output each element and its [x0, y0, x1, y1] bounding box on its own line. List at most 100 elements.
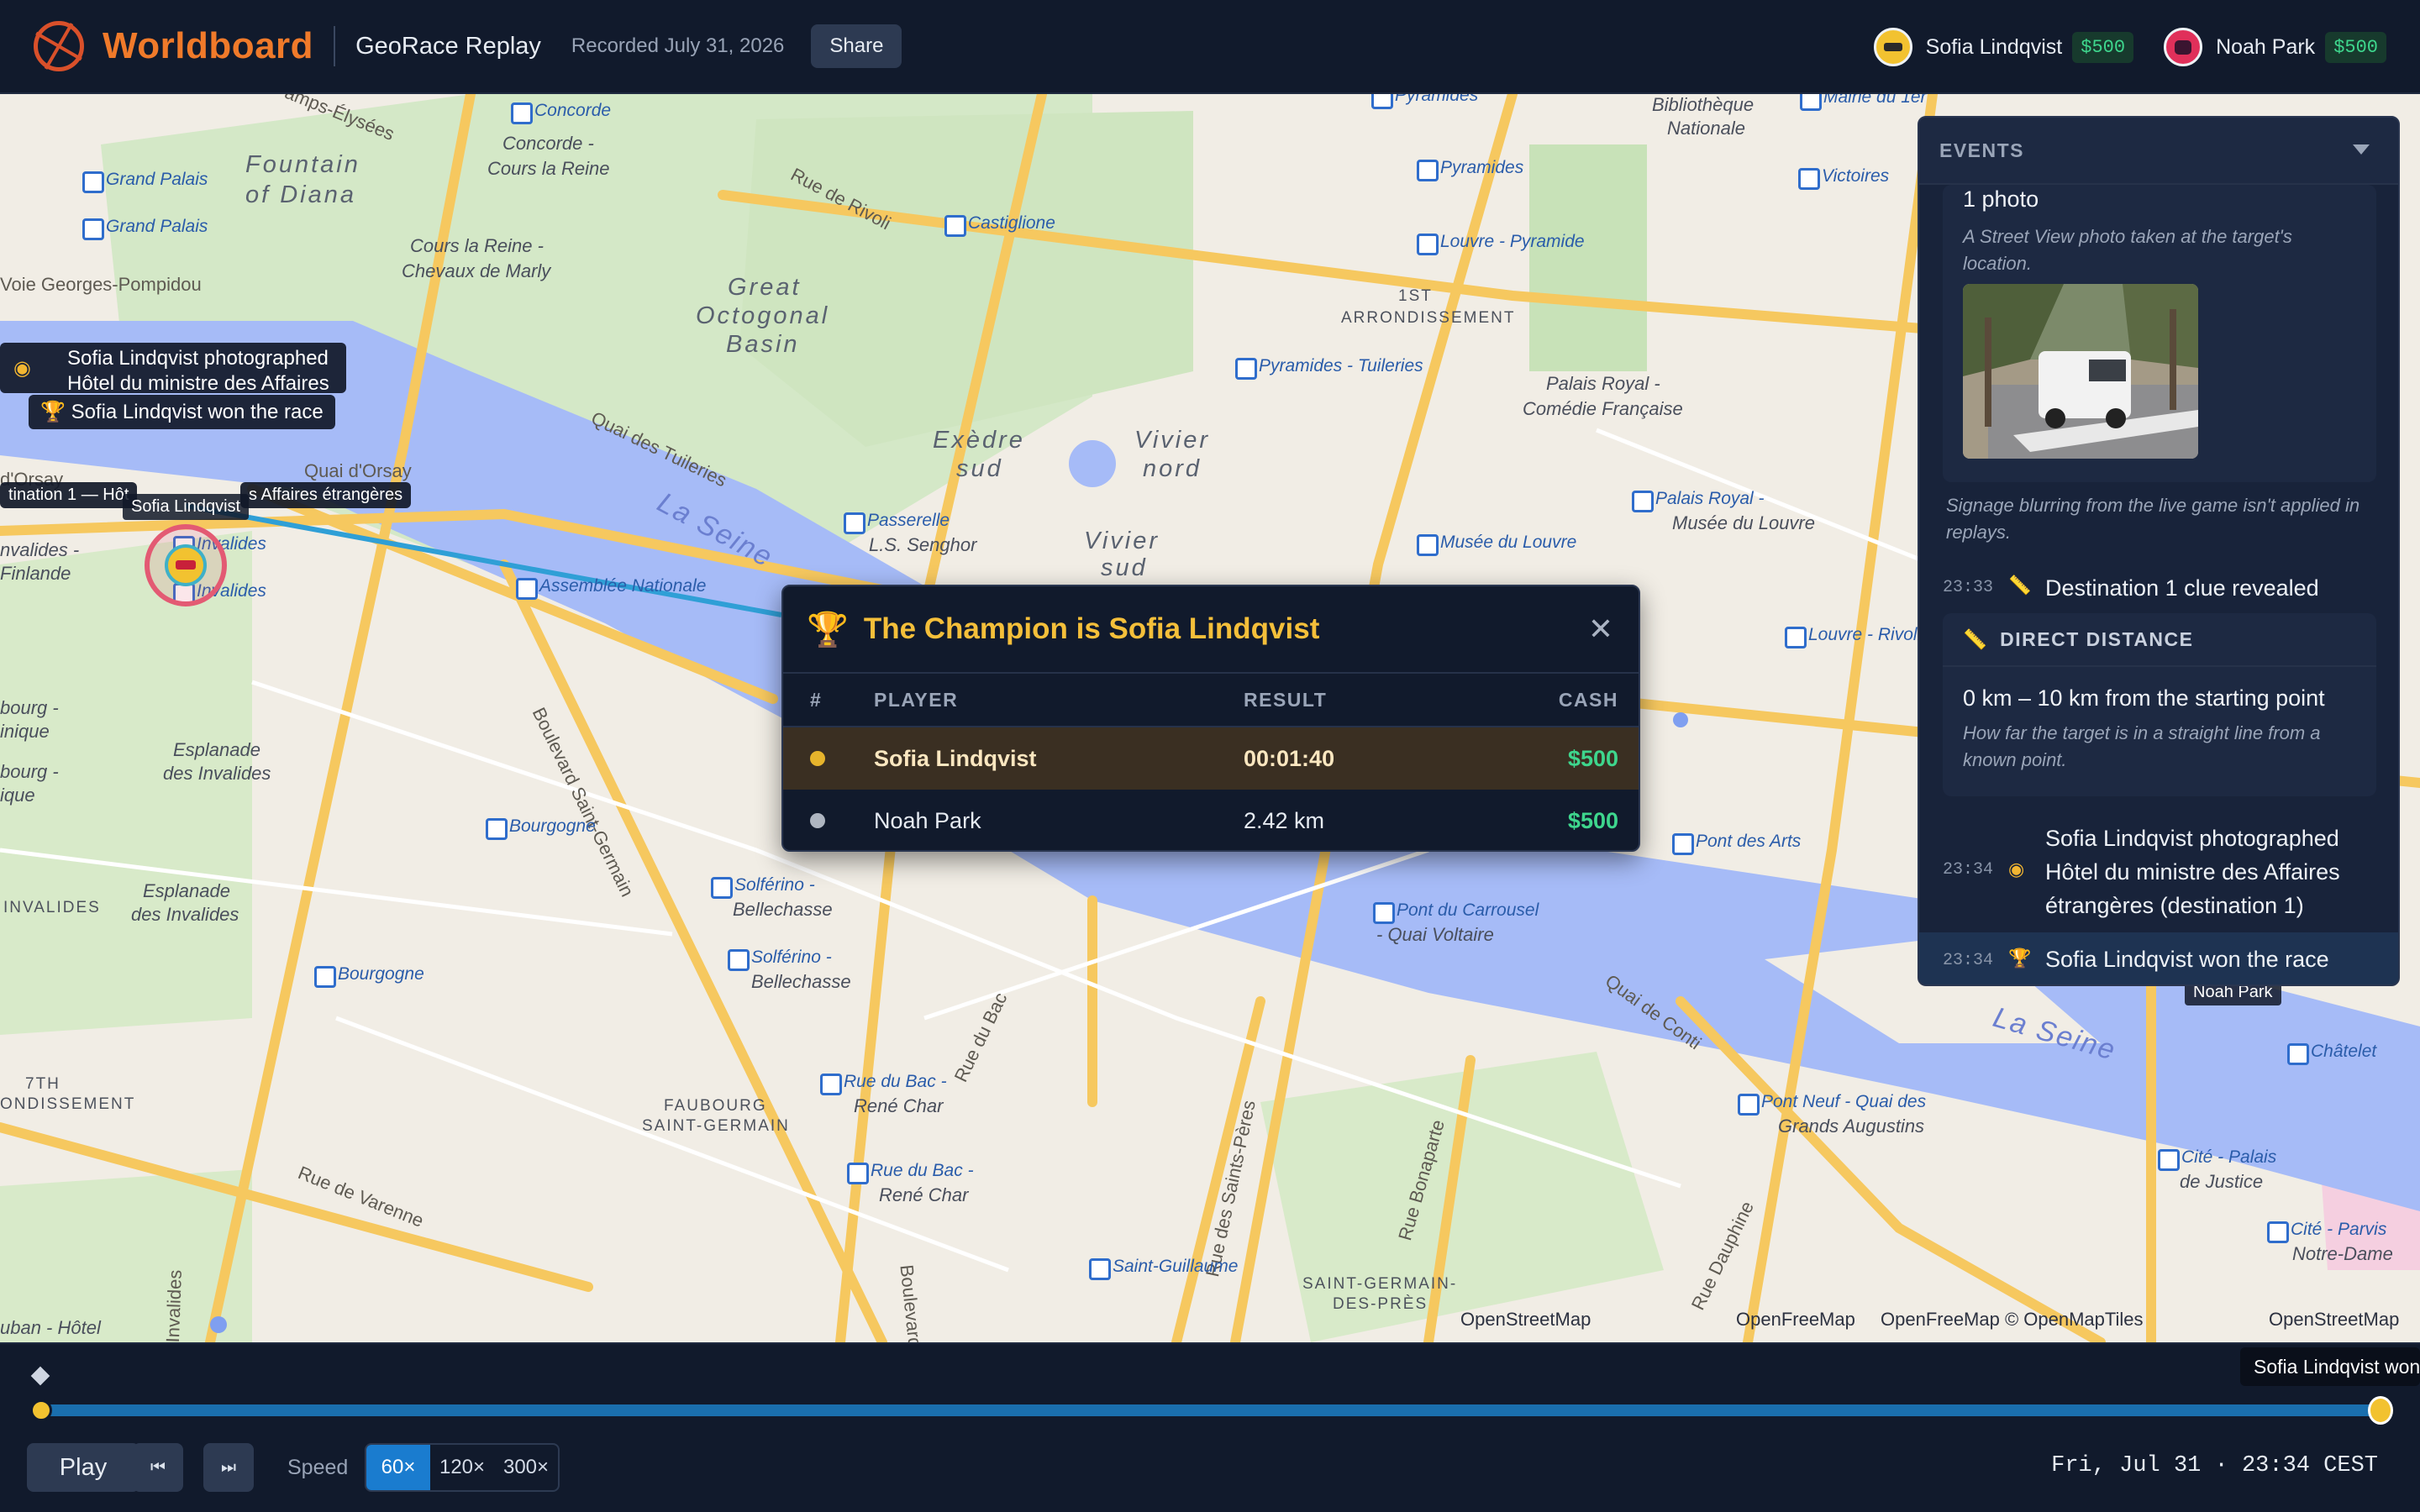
results-table-header: # PLAYER RESULT CASH — [783, 674, 1639, 727]
chevron-down-icon[interactable] — [2353, 144, 2370, 155]
map-label: Grand Palais — [82, 170, 208, 193]
replay-clock: Fri, Jul 31 · 23:34 CEST — [2051, 1453, 2378, 1478]
speed-option-120[interactable]: 120× — [430, 1445, 494, 1490]
event-text: Destination 1 clue revealed — [2045, 575, 2319, 601]
map-label: sud — [1101, 554, 1148, 581]
destination-label: s Affaires étrangères — [240, 482, 412, 508]
page-subtitle: GeoRace Replay — [355, 32, 541, 60]
trophy-icon: 🏆 — [807, 611, 849, 648]
timeline-playhead[interactable] — [2368, 1396, 2393, 1425]
speed-option-300[interactable]: 300× — [494, 1445, 558, 1490]
brand-name: Worldboard — [103, 25, 314, 66]
photo-note: A Street View photo taken at the target'… — [1963, 226, 2292, 274]
share-button[interactable]: Share — [811, 24, 902, 68]
map-label: INVALIDES — [3, 899, 101, 916]
map-label: Basin — [726, 331, 800, 358]
top-bar: Worldboard GeoRace Replay Recorded July … — [0, 0, 2420, 94]
map-label: 7TH — [25, 1075, 60, 1093]
map-label: Solférino - — [711, 875, 815, 899]
gold-medal-icon — [810, 750, 825, 766]
player-tag: Noah Park $500 — [2164, 28, 2386, 66]
map-label: Musée du Louvre — [1417, 533, 1576, 556]
close-icon[interactable]: ✕ — [1588, 612, 1613, 647]
map-label: Invalides — [161, 1269, 186, 1342]
map-label: des Invalides — [163, 763, 271, 784]
map-label: sud — [956, 455, 1003, 482]
map-label: Great — [728, 274, 802, 301]
trophy-icon: 🏆 — [40, 401, 66, 423]
map-label: Passerelle — [844, 511, 950, 534]
speed-selector: 60× 120× 300× — [365, 1443, 560, 1492]
events-header[interactable]: EVENTS — [1919, 118, 2398, 185]
timeline-scrubber[interactable] — [40, 1404, 2380, 1416]
map-label: SAINT-GERMAIN- — [1302, 1275, 1458, 1293]
map-label: des Invalides — [131, 904, 239, 925]
event-item-selected[interactable]: 23:34 🏆 Sofia Lindqvist won the race — [1919, 932, 2398, 984]
skip-back-icon[interactable]: ⏮ — [133, 1443, 183, 1492]
map-label: Vivier — [1134, 427, 1210, 454]
map-label: ique — [0, 785, 35, 806]
map-label: Quai d'Orsay — [304, 460, 412, 481]
map-label: - Quai Voltaire — [1376, 924, 1494, 945]
header-divider — [334, 26, 336, 66]
map-attribution[interactable]: OpenFreeMap © OpenMapTiles — [1881, 1309, 2144, 1331]
map-label: Cours la Reine - — [410, 235, 544, 256]
events-title: EVENTS — [1939, 139, 2025, 161]
champion-header: 🏆 The Champion is Sofia Lindqvist ✕ — [783, 586, 1639, 674]
map-label: Octogonal — [696, 302, 830, 329]
map-label: Bibliothèque — [1652, 94, 1754, 115]
map-label: Pyramides - Tuileries — [1235, 356, 1423, 380]
map-label: Grands Augustins — [1778, 1116, 1925, 1137]
map-label: Pont Neuf - Quai des — [1738, 1092, 1926, 1116]
timeline-start-handle[interactable] — [30, 1399, 52, 1421]
replay-note: Signage blurring from the live game isn'… — [1946, 495, 2360, 543]
events-panel: EVENTS 1 photo A Street View photo taken… — [1918, 116, 2400, 986]
map-label: René Char — [879, 1184, 969, 1205]
map-label: Finlande — [0, 563, 71, 584]
photo-card: 1 photo A Street View photo taken at the… — [1943, 185, 2376, 482]
map-label: Grand Palais — [82, 217, 208, 240]
champion-title: The Champion is Sofia Lindqvist — [863, 612, 1320, 645]
timeline-tooltip: Sofia Lindqvist won the race — [2240, 1347, 2420, 1386]
speed-option-60[interactable]: 60× — [366, 1445, 430, 1490]
player-tag: Sofia Lindqvist $500 — [1873, 28, 2134, 66]
event-item[interactable]: 23:33 📏 Destination 1 clue revealed — [1943, 571, 2380, 608]
map-label: Bourgogne — [314, 964, 424, 988]
map-label: Pyramides — [1371, 94, 1478, 109]
player-cell: Noah Park — [874, 807, 981, 833]
clue-card: 📏 DIRECT DISTANCE 0 km – 10 km from the … — [1943, 613, 2376, 796]
worldboard-logo-icon — [34, 21, 84, 71]
map-attribution[interactable]: OpenStreetMap — [2269, 1309, 2399, 1331]
play-button[interactable]: Play — [27, 1443, 139, 1492]
photo-count: 1 photo — [1963, 186, 2039, 212]
player-cash: $500 — [2072, 31, 2134, 63]
map-label: Louvre - Pyramide — [1417, 232, 1585, 255]
map-event-bubble[interactable]: ◉ Sofia Lindqvist photographed Hôtel du … — [0, 343, 346, 393]
street-view-photo[interactable] — [1963, 284, 2198, 459]
map-label: Pyramides — [1417, 158, 1523, 181]
map-label: Pont des Arts — [1672, 832, 1801, 855]
map-label: 1ST — [1398, 287, 1433, 305]
skip-forward-icon[interactable]: ⏭ — [203, 1443, 254, 1492]
map-event-bubble[interactable]: 🏆 Sofia Lindqvist won the race — [29, 395, 335, 429]
map-label: Voie Georges-Pompidou — [0, 274, 202, 295]
cash-cell: $500 — [1567, 745, 1618, 771]
map-attribution[interactable]: OpenFreeMap — [1736, 1309, 1855, 1331]
clue-value: 0 km – 10 km from the starting point — [1963, 685, 2325, 711]
player-name: Sofia Lindqvist — [1925, 34, 2063, 59]
event-item[interactable]: 23:34 ◉ Sofia Lindqvist photographed Hôt… — [1943, 822, 2380, 926]
player-marker-sofia[interactable] — [145, 524, 227, 606]
event-time: 23:33 — [1943, 578, 1994, 597]
player-name: Noah Park — [2216, 34, 2316, 59]
clue-body: 0 km – 10 km from the starting point How… — [1943, 667, 2376, 792]
map-label: inique — [0, 721, 50, 742]
map-label: uban - Hôtel — [0, 1317, 101, 1338]
map-attribution[interactable]: OpenStreetMap — [1460, 1309, 1591, 1331]
map-label: Esplanade — [143, 880, 230, 901]
map-label: L.S. Senghor — [869, 534, 977, 555]
column-header: CASH — [1558, 688, 1618, 711]
event-time: 23:34 — [1943, 951, 1994, 970]
map-label: of Diana — [245, 181, 357, 208]
clue-header: 📏 DIRECT DISTANCE — [1943, 613, 2376, 667]
champion-dialog: 🏆 The Champion is Sofia Lindqvist ✕ # PL… — [781, 585, 1640, 852]
